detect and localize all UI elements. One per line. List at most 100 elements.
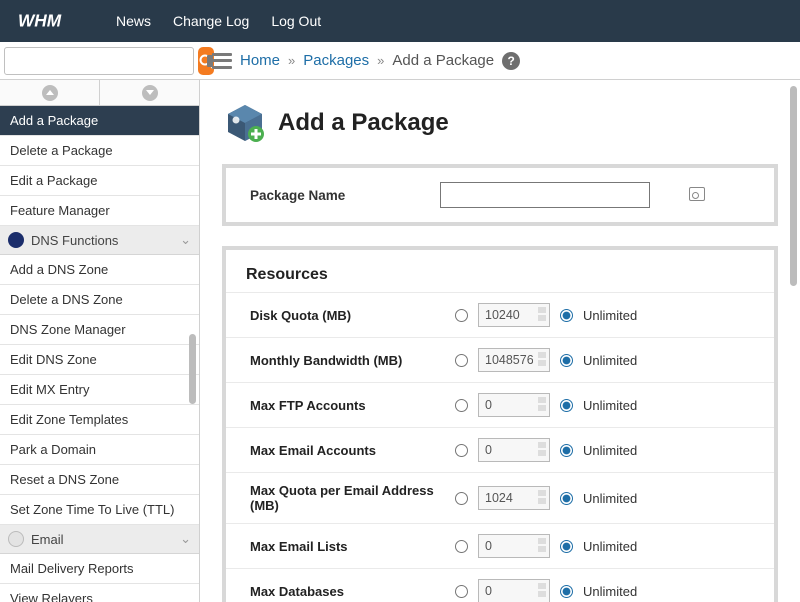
resource-value-input[interactable] xyxy=(478,303,550,327)
subheader: Home » Packages » Add a Package ? xyxy=(0,42,800,80)
resource-value-input[interactable] xyxy=(478,534,550,558)
unlimited-label: Unlimited xyxy=(583,308,637,323)
package-icon xyxy=(224,102,266,144)
sidebar-group-dns[interactable]: DNS Functions ⌄ xyxy=(0,226,199,255)
chevron-down-icon xyxy=(142,85,158,101)
resource-radio-unlimited[interactable] xyxy=(560,540,573,553)
resource-radio-limited[interactable] xyxy=(455,309,468,322)
nav-news[interactable]: News xyxy=(116,13,151,29)
unlimited-label: Unlimited xyxy=(583,584,637,599)
whm-logo[interactable]: WHM xyxy=(18,10,92,32)
breadcrumb-home[interactable]: Home xyxy=(240,52,280,69)
help-icon[interactable]: ? xyxy=(502,52,520,70)
unlimited-label: Unlimited xyxy=(583,443,637,458)
resource-radio-unlimited[interactable] xyxy=(560,399,573,412)
sidebar-item[interactable]: Feature Manager xyxy=(0,196,199,226)
breadcrumb-sep: » xyxy=(288,53,295,68)
whm-logo-svg: WHM xyxy=(18,10,92,32)
resource-radio-limited[interactable] xyxy=(455,354,468,367)
sidebar-item[interactable]: Delete a Package xyxy=(0,136,199,166)
resource-label: Max Databases xyxy=(250,584,455,599)
resource-radio-limited[interactable] xyxy=(455,585,468,598)
sidebar-group-label: Email xyxy=(31,532,64,547)
chevron-up-icon xyxy=(42,85,58,101)
unlimited-label: Unlimited xyxy=(583,398,637,413)
chevron-down-icon: ⌄ xyxy=(180,232,191,248)
page-header: Add a Package xyxy=(200,80,800,160)
resource-radio-unlimited[interactable] xyxy=(560,492,573,505)
resource-label: Max Quota per Email Address (MB) xyxy=(250,483,455,513)
sidebar-item[interactable]: DNS Zone Manager xyxy=(0,315,199,345)
resource-row: Max FTP Accounts Unlimited xyxy=(226,382,774,427)
resource-value-input[interactable] xyxy=(478,486,550,510)
sidebar-item[interactable]: Delete a DNS Zone xyxy=(0,285,199,315)
resource-label: Max Email Accounts xyxy=(250,443,455,458)
unlimited-label: Unlimited xyxy=(583,491,637,506)
resource-row: Max Databases Unlimited xyxy=(226,568,774,602)
sidebar-item[interactable]: Add a DNS Zone xyxy=(0,255,199,285)
sidebar: Add a PackageDelete a PackageEdit a Pack… xyxy=(0,80,200,602)
page-title: Add a Package xyxy=(278,109,449,137)
breadcrumb-sep: » xyxy=(377,53,384,68)
dns-icon xyxy=(8,232,24,248)
unlimited-label: Unlimited xyxy=(583,539,637,554)
sidebar-collapse-down[interactable] xyxy=(100,80,199,105)
resource-value-input[interactable] xyxy=(478,438,550,462)
sidebar-item[interactable]: Edit Zone Templates xyxy=(0,405,199,435)
resources-heading: Resources xyxy=(226,256,774,292)
content: Add a Package Package Name Resources Dis… xyxy=(200,80,800,602)
nav-logout[interactable]: Log Out xyxy=(271,13,321,29)
resource-radio-limited[interactable] xyxy=(455,492,468,505)
package-name-panel: Package Name xyxy=(222,164,778,226)
resource-row: Monthly Bandwidth (MB) Unlimited xyxy=(226,337,774,382)
topbar: WHM News Change Log Log Out xyxy=(0,0,800,42)
resource-label: Disk Quota (MB) xyxy=(250,308,455,323)
resource-radio-unlimited[interactable] xyxy=(560,309,573,322)
resource-radio-limited[interactable] xyxy=(455,444,468,457)
resource-radio-unlimited[interactable] xyxy=(560,585,573,598)
resource-value-input[interactable] xyxy=(478,579,550,602)
contact-card-icon xyxy=(689,187,705,201)
sidebar-toggle-icon[interactable] xyxy=(212,53,232,69)
sidebar-scrollbar-thumb[interactable] xyxy=(189,334,196,404)
resource-value-input[interactable] xyxy=(478,393,550,417)
resource-row: Max Email ListsUnlimited xyxy=(226,523,774,568)
resource-label: Max FTP Accounts xyxy=(250,398,455,413)
email-icon xyxy=(8,531,24,547)
sidebar-item[interactable]: Add a Package xyxy=(0,106,199,136)
breadcrumb-packages[interactable]: Packages xyxy=(303,52,369,69)
resource-radio-limited[interactable] xyxy=(455,540,468,553)
svg-text:WHM: WHM xyxy=(18,11,62,31)
chevron-down-icon: ⌄ xyxy=(180,531,191,547)
sidebar-item[interactable]: Reset a DNS Zone xyxy=(0,465,199,495)
top-links: News Change Log Log Out xyxy=(116,13,321,29)
package-name-input[interactable] xyxy=(440,182,650,208)
sidebar-group-email[interactable]: Email ⌄ xyxy=(0,525,199,554)
nav-changelog[interactable]: Change Log xyxy=(173,13,249,29)
resource-row: Max Quota per Email Address (MB) Unlimite… xyxy=(226,472,774,523)
breadcrumb-current: Add a Package xyxy=(392,52,494,69)
resource-row: Disk Quota (MB) Unlimited xyxy=(226,292,774,337)
resource-radio-unlimited[interactable] xyxy=(560,444,573,457)
sidebar-item[interactable]: Edit MX Entry xyxy=(0,375,199,405)
search-input[interactable] xyxy=(4,47,194,75)
resource-value-input[interactable] xyxy=(478,348,550,372)
sidebar-collapse-controls xyxy=(0,80,199,106)
resources-panel: Resources Disk Quota (MB)UnlimitedMonthl… xyxy=(222,246,778,602)
sidebar-item[interactable]: Mail Delivery Reports xyxy=(0,554,199,584)
sidebar-item[interactable]: Set Zone Time To Live (TTL) xyxy=(0,495,199,525)
sidebar-collapse-up[interactable] xyxy=(0,80,100,105)
sidebar-item[interactable]: Edit DNS Zone xyxy=(0,345,199,375)
unlimited-label: Unlimited xyxy=(583,353,637,368)
sidebar-item[interactable]: View Relayers xyxy=(0,584,199,602)
sidebar-item[interactable]: Edit a Package xyxy=(0,166,199,196)
package-name-label: Package Name xyxy=(250,188,440,203)
breadcrumb: Home » Packages » Add a Package ? xyxy=(200,52,520,70)
resource-radio-limited[interactable] xyxy=(455,399,468,412)
sidebar-group-label: DNS Functions xyxy=(31,233,118,248)
resource-radio-unlimited[interactable] xyxy=(560,354,573,367)
sidebar-item[interactable]: Park a Domain xyxy=(0,435,199,465)
search-wrap xyxy=(0,43,200,79)
resource-label: Monthly Bandwidth (MB) xyxy=(250,353,455,368)
content-scrollbar-thumb[interactable] xyxy=(790,86,797,286)
